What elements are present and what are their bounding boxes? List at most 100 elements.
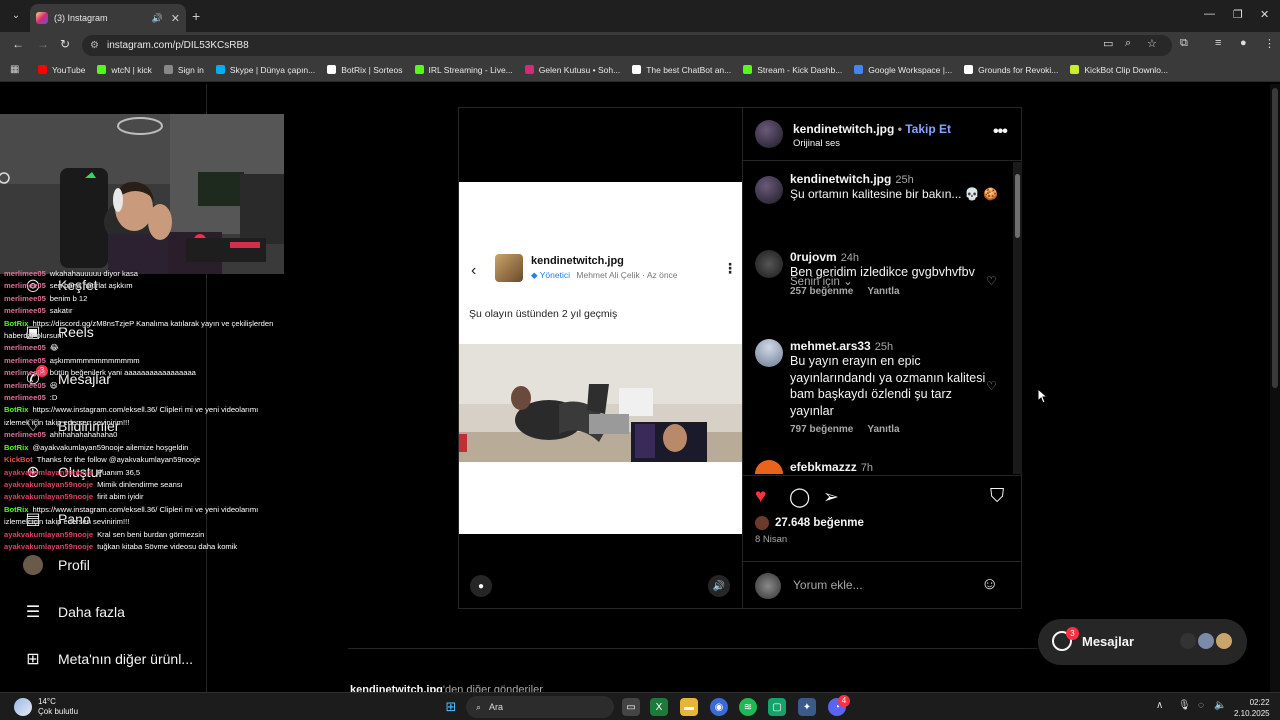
audio-label[interactable]: Orijinal ses xyxy=(793,138,840,149)
back-button[interactable]: ← xyxy=(12,37,24,51)
post-media[interactable]: ‹ kendinetwitch.jpg ◆ Yönetici Mehmet Al… xyxy=(459,108,742,608)
author-avatar[interactable] xyxy=(755,120,783,148)
chat-text: https://discord.gg/zM8nsTzjeP Kanalıma k… xyxy=(4,318,274,341)
browser-menu-icon[interactable]: ⋮ xyxy=(1264,37,1275,50)
speaker-icon[interactable]: 🔈 xyxy=(1214,700,1226,711)
bookmark-item[interactable]: IRL Streaming - Live... xyxy=(414,65,513,75)
file-explorer-icon[interactable]: ▬ xyxy=(680,698,698,716)
tab-audio-icon[interactable]: 🔊 xyxy=(152,13,163,24)
volume-icon[interactable]: 🔊 xyxy=(708,575,730,597)
caption-time: 25h xyxy=(895,174,914,186)
page-scrollbar[interactable] xyxy=(1270,84,1280,692)
bookmark-star-icon[interactable]: ☆ xyxy=(1147,37,1157,50)
share-icon[interactable]: ➢ xyxy=(823,486,839,509)
close-window-button[interactable]: ✕ xyxy=(1260,8,1269,21)
minimize-button[interactable]: — xyxy=(1204,8,1215,20)
task-view-icon[interactable]: ▭ xyxy=(622,698,640,716)
section-divider xyxy=(348,648,1038,649)
weather-widget[interactable]: 14°C Çok bulutlu xyxy=(14,697,78,717)
bookmark-item[interactable]: YouTube xyxy=(38,65,85,75)
emoji-icon[interactable]: ☺ xyxy=(981,574,998,594)
chat-username: merlimee05 xyxy=(4,368,46,378)
address-bar[interactable]: ⚙ instagram.com/p/DIL53KCsRB8 xyxy=(82,35,1172,56)
excel-icon[interactable]: X xyxy=(650,698,668,716)
comment-icon[interactable]: ◯ xyxy=(789,486,810,509)
commenter-avatar[interactable] xyxy=(755,339,783,367)
app-icon[interactable]: ✦ xyxy=(798,698,816,716)
like-count[interactable]: 27.648 beğenme xyxy=(755,516,864,530)
comment-time: 7h xyxy=(860,462,873,474)
tagged-users-icon[interactable]: ● xyxy=(470,575,492,597)
sidebar-item-meta[interactable]: ⊞ Meta'nın diğer ürünl... xyxy=(22,648,193,670)
author-username[interactable]: kendinetwitch.jpg xyxy=(793,122,894,136)
caption-username[interactable]: kendinetwitch.jpg xyxy=(790,172,891,186)
page-scrollbar-thumb[interactable] xyxy=(1272,88,1278,388)
wifi-icon[interactable]: ◌ xyxy=(1198,700,1204,711)
caption-avatar[interactable] xyxy=(755,176,783,204)
comments-scrollbar-thumb[interactable] xyxy=(1015,174,1020,238)
tab-search-menu[interactable]: ⌄ xyxy=(6,7,26,25)
restore-button[interactable]: ❐ xyxy=(1233,8,1243,21)
chrome-icon[interactable]: ◉ xyxy=(710,698,728,716)
bookmark-item[interactable]: Google Workspace |... xyxy=(854,65,952,75)
comment-input[interactable]: Yorum ekle... xyxy=(793,578,863,592)
windows-start-icon[interactable]: ⊞ xyxy=(442,698,460,716)
chat-username: merlimee05 xyxy=(4,293,46,303)
messages-floating-button[interactable]: 3 Mesajlar xyxy=(1038,619,1247,665)
reload-button[interactable]: ↻ xyxy=(60,37,70,51)
bookmark-item[interactable]: The best ChatBot an... xyxy=(632,65,731,75)
tab-close-icon[interactable]: ✕ xyxy=(171,12,180,25)
bookmark-item[interactable]: wtcN | kick xyxy=(97,65,152,75)
bookmark-item[interactable]: BotRix | Sorteos xyxy=(327,65,403,75)
apps-grid-icon[interactable]: ▦ xyxy=(10,64,24,75)
comment-username[interactable]: 0rujovm xyxy=(790,250,837,264)
bookmark-favicon-icon xyxy=(964,65,974,74)
clock-date: 2.10.2025 xyxy=(1234,709,1270,718)
bookmark-item[interactable]: Gelen Kutusu • Soh... xyxy=(524,65,620,75)
zoom-icon[interactable]: ⌕ xyxy=(1125,37,1131,50)
comment-username[interactable]: mehmet.ars33 xyxy=(790,339,871,353)
chat-username: merlimee05 xyxy=(4,343,46,353)
post-date: 8 Nisan xyxy=(755,534,788,545)
bookmark-item[interactable]: Grounds for Revoki... xyxy=(964,65,1058,75)
card-time: Az önce xyxy=(646,270,678,280)
save-bookmark-icon[interactable]: ⛉ xyxy=(990,486,1004,508)
card-text: Şu olayın üstünden 2 yıl geçmiş xyxy=(469,308,618,320)
spotify-icon[interactable]: ≋ xyxy=(739,698,757,716)
like-heart-icon[interactable]: ♥ xyxy=(755,486,766,508)
reply-button[interactable]: Yanıtla xyxy=(867,424,899,435)
commenter-avatar[interactable] xyxy=(755,250,783,278)
screenshot-card: ‹ kendinetwitch.jpg ◆ Yönetici Mehmet Al… xyxy=(459,182,742,534)
cast-icon[interactable]: ▭ xyxy=(1103,37,1113,50)
more-options-icon[interactable]: ••• xyxy=(993,123,1008,141)
profile-avatar-icon[interactable]: ● xyxy=(1240,37,1247,49)
extensions-icon[interactable]: ⧉ xyxy=(1180,37,1188,50)
bookmark-item[interactable]: KickBot Clip Downlo... xyxy=(1070,65,1168,75)
reply-button[interactable]: Yanıtla xyxy=(867,286,899,297)
site-info-icon[interactable]: ⚙ xyxy=(90,40,99,51)
comment-username[interactable]: efebkmazzz xyxy=(790,460,857,474)
sidebar-item-daha-fazla[interactable]: ☰ Daha fazla xyxy=(22,601,125,623)
kick-app-icon[interactable]: ▢ xyxy=(768,698,786,716)
follow-button[interactable]: Takip Et xyxy=(905,122,951,136)
bookmark-item[interactable]: Skype | Dünya çapın... xyxy=(215,65,315,75)
comment-like-icon[interactable]: ♡ xyxy=(986,379,997,393)
bookmark-item[interactable]: Sign in xyxy=(163,65,204,75)
bookmark-label: The best ChatBot an... xyxy=(646,64,732,75)
tray-chevron-icon[interactable]: ∧ xyxy=(1156,700,1163,711)
forward-button[interactable]: → xyxy=(37,37,49,51)
comment-likes[interactable]: 797 beğenme xyxy=(790,424,853,435)
new-tab-button[interactable]: + xyxy=(192,8,200,24)
commenter-avatar[interactable] xyxy=(755,460,783,474)
card-avatar xyxy=(495,254,523,282)
comment-like-icon[interactable]: ♡ xyxy=(986,274,997,288)
comment-likes[interactable]: 257 beğenme xyxy=(790,286,853,297)
comment-meta: 257 beğenme Yanıtla xyxy=(790,286,990,297)
microphone-icon[interactable]: 🎙 xyxy=(1178,700,1191,711)
taskbar-search[interactable]: ⌕ Ara xyxy=(466,696,614,718)
browser-tab-instagram[interactable]: (3) Instagram 🔊 ✕ xyxy=(30,4,186,32)
bookmark-favicon-icon xyxy=(327,65,337,74)
media-control-icon[interactable]: ≡ xyxy=(1215,37,1221,49)
taskbar-clock[interactable]: 02:22 2.10.2025 xyxy=(1234,697,1270,719)
bookmark-item[interactable]: Stream - Kick Dashb... xyxy=(743,65,842,75)
